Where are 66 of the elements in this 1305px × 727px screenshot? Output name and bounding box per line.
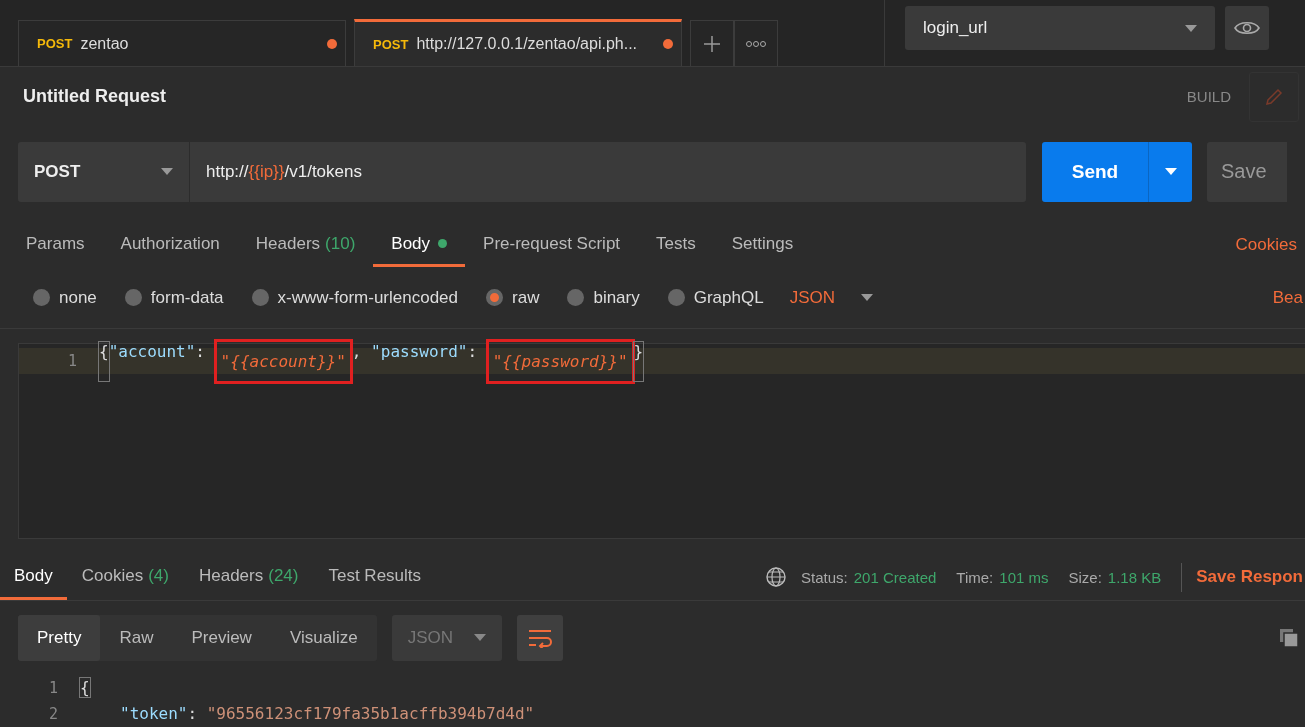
response-tab[interactable]: Cookies (4)	[66, 554, 184, 600]
view-mode-button[interactable]: Visualize	[270, 615, 377, 661]
plus-icon	[702, 33, 722, 54]
request-tab[interactable]: POST http://127.0.0.1/zentao/api.ph...	[354, 19, 682, 67]
status-value: 201 Created	[853, 567, 937, 588]
copy-icon[interactable]	[1278, 627, 1300, 649]
request-section-tab[interactable]: Headers (10)	[237, 223, 374, 267]
request-section-tab[interactable]: Body	[373, 223, 466, 267]
body-type-radio[interactable]: binary	[567, 287, 640, 308]
body-type-radio[interactable]: raw	[486, 287, 540, 308]
line-number: 2	[47, 705, 59, 723]
request-section-tab[interactable]: Pre-request Script	[465, 223, 639, 267]
beautify-link[interactable]: Bea	[1272, 287, 1305, 308]
tab-title: http://127.0.0.1/zentao/api.ph...	[416, 35, 638, 54]
size-label: Size:	[1068, 567, 1102, 588]
caret-icon	[1164, 168, 1177, 176]
build-label: BUILD	[1186, 88, 1231, 106]
eye-icon	[1234, 20, 1260, 37]
code-line: "token": "96556123cf179fa35b1acffb394b7d4d"	[119, 704, 535, 724]
url-field[interactable]: http://{{ip}}/v1/tokens	[190, 142, 1026, 202]
view-mode-button[interactable]: Raw	[100, 615, 173, 661]
wrap-lines-button[interactable]	[516, 615, 563, 661]
request-tab[interactable]: POST zentao	[18, 20, 346, 67]
method-label: POST	[373, 36, 409, 52]
pencil-icon	[1264, 86, 1284, 107]
new-tab-button[interactable]	[690, 20, 734, 67]
environment-quick-look-button[interactable]	[1225, 6, 1269, 51]
response-tab[interactable]: Test Results	[313, 554, 437, 600]
more-tabs-button[interactable]	[734, 20, 778, 67]
body-type-radio[interactable]: none	[33, 287, 97, 308]
code-line: {	[80, 678, 90, 698]
caret-icon	[861, 294, 873, 302]
request-section-tab[interactable]: Settings	[713, 223, 812, 267]
save-button[interactable]: Save	[1207, 142, 1287, 202]
send-button[interactable]: Send	[1042, 142, 1148, 202]
request-title: Untitled Request	[23, 86, 167, 108]
more-icon	[745, 39, 767, 48]
body-type-radio[interactable]: GraphQL	[667, 287, 764, 308]
view-mode-button[interactable]: Pretty	[18, 615, 101, 661]
request-section-tab[interactable]: Tests	[638, 223, 714, 267]
tab-title: zentao	[80, 34, 130, 53]
line-number: 1	[47, 679, 59, 697]
method-select[interactable]: POST	[18, 142, 190, 202]
time-label: Time:	[956, 567, 994, 588]
save-response-link[interactable]: Save Respon	[1196, 554, 1305, 600]
body-type-radio[interactable]: form-data	[124, 287, 224, 308]
cookies-link[interactable]: Cookies	[1235, 223, 1305, 267]
caret-icon	[473, 634, 486, 642]
response-tab[interactable]: Body	[0, 554, 67, 600]
method-label: POST	[37, 36, 73, 52]
body-type-radio[interactable]: x-www-form-urlencoded	[251, 287, 458, 308]
wrap-icon	[526, 628, 553, 648]
format-select[interactable]: JSON	[789, 287, 873, 308]
caret-icon	[1185, 24, 1197, 32]
request-section-tab[interactable]: Params	[8, 223, 103, 267]
globe-icon	[765, 566, 788, 589]
status-label: Status:	[801, 567, 848, 588]
response-tab[interactable]: Headers (24)	[183, 554, 314, 600]
request-section-tab[interactable]: Authorization	[102, 223, 238, 267]
view-mode-button[interactable]: Preview	[172, 615, 271, 661]
time-value: 101 ms	[999, 567, 1049, 588]
caret-icon	[161, 168, 173, 176]
code-line[interactable]: {"account": "{{account}}" , "password": "{{password}}" }	[99, 341, 644, 381]
environment-select[interactable]: login_url	[905, 6, 1215, 51]
line-number: 1	[66, 352, 78, 371]
size-value: 1.18 KB	[1107, 567, 1162, 588]
